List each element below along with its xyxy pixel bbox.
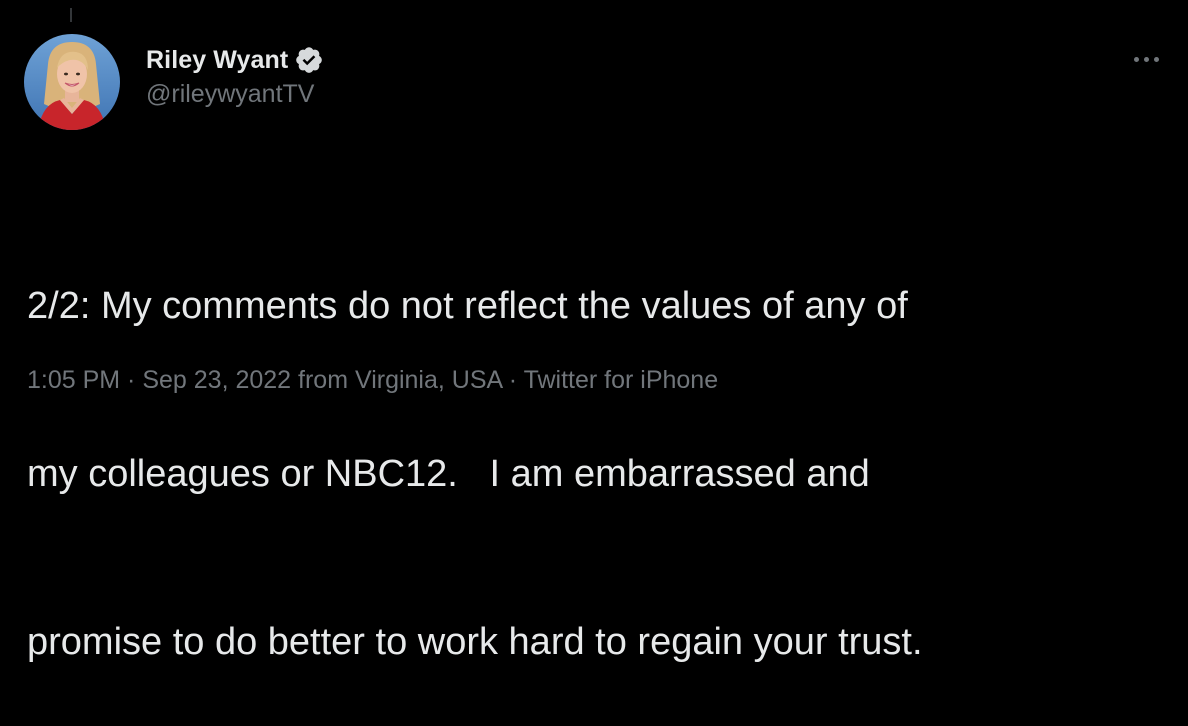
more-dot [1153, 56, 1159, 62]
avatar-image [24, 34, 120, 130]
avatar[interactable] [24, 34, 120, 130]
tweet-text-line: my colleagues or NBC12. I am embarrassed… [27, 453, 870, 495]
tweet-time[interactable]: 1:05 PM [27, 366, 120, 394]
tweet-location: from Virginia, USA [291, 366, 502, 394]
meta-separator: · [501, 366, 524, 394]
tweet-author-header: Riley Wyant @rileywyantTV [146, 40, 324, 109]
author-handle[interactable]: @rileywyantTV [146, 80, 324, 109]
tweet-text: 2/2: My comments do not reflect the valu… [27, 166, 1167, 726]
author-name-row: Riley Wyant [146, 40, 324, 80]
author-display-name[interactable]: Riley Wyant [146, 46, 288, 75]
tweet-text-line: 2/2: My comments do not reflect the valu… [27, 285, 908, 327]
verified-badge-icon [294, 45, 324, 75]
tweet-date[interactable]: Sep 23, 2022 [142, 366, 291, 394]
more-dot [1133, 56, 1139, 62]
more-options-icon[interactable] [1124, 44, 1168, 74]
tweet-metadata: 1:05 PM · Sep 23, 2022 from Virginia, US… [27, 366, 718, 395]
tweet-text-line: promise to do better to work hard to reg… [27, 621, 923, 663]
tweet-source[interactable]: Twitter for iPhone [524, 366, 719, 394]
more-dot [1143, 56, 1149, 62]
meta-separator: · [120, 366, 143, 394]
thread-connector-line [70, 8, 72, 22]
